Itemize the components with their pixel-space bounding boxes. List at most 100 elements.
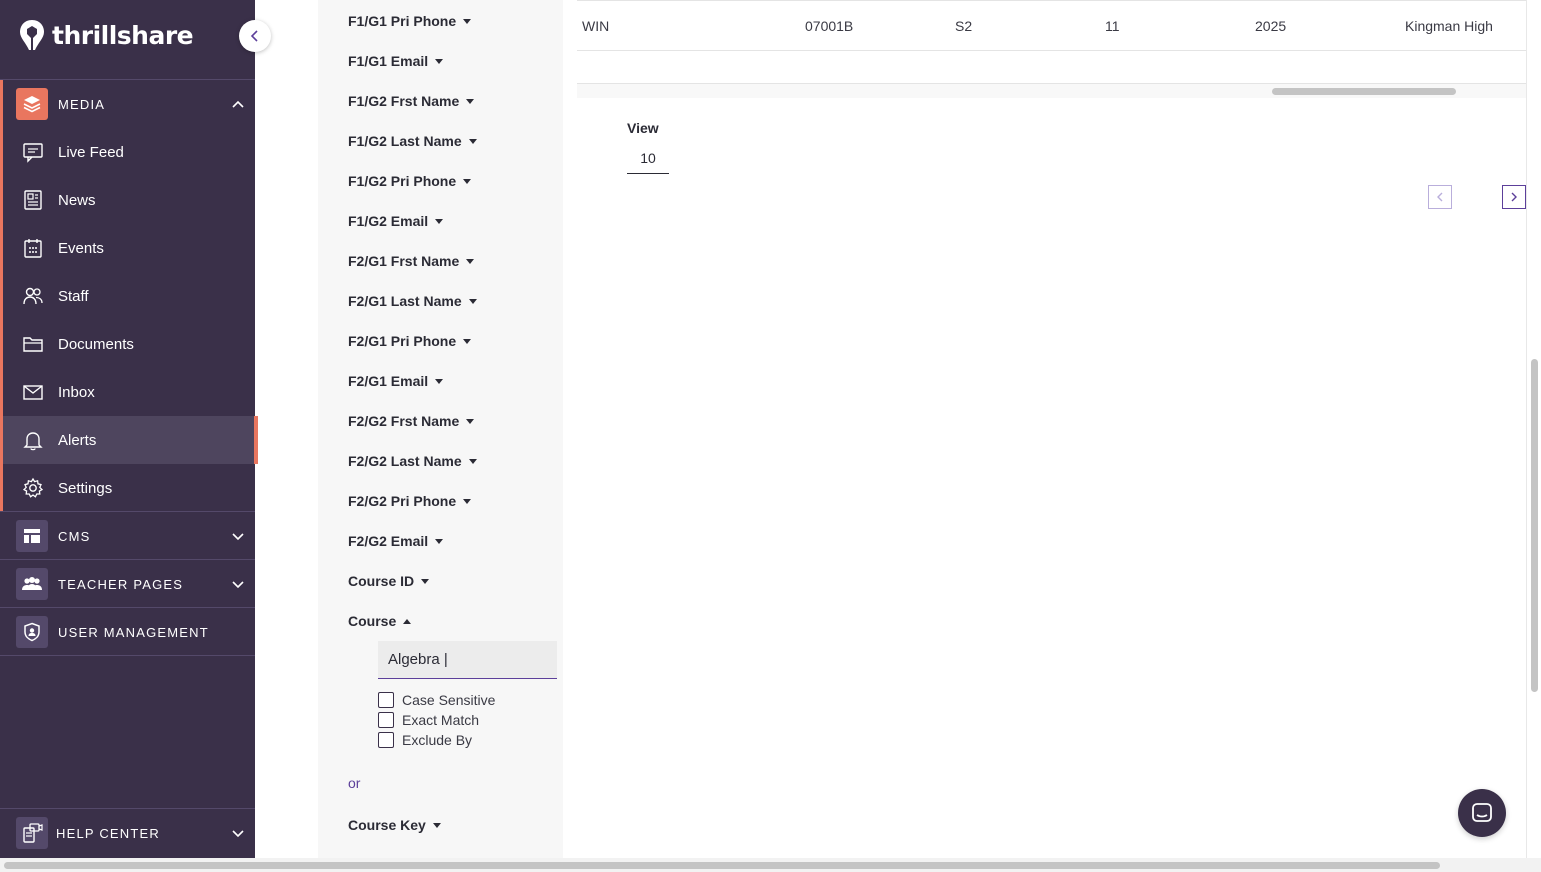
gear-icon [22, 477, 44, 498]
sidebar-item-label: Live Feed [58, 143, 124, 161]
bell-icon [23, 432, 43, 451]
previous-page-button[interactable] [1428, 185, 1452, 209]
app-root: thrillshare MEDIA Live Feed News Events [0, 0, 1541, 872]
sidebar-section-cms[interactable]: CMS [0, 512, 255, 560]
caret-down-icon [466, 419, 475, 424]
sidebar-item-documents[interactable]: Documents [3, 320, 258, 368]
filter-label: F2/G2 Pri Phone [348, 493, 457, 509]
filter-f1-g2-last-name[interactable]: F1/G2 Last Name [348, 133, 477, 149]
sidebar-section-label: CMS [58, 528, 91, 544]
filter-f2-g1-email[interactable]: F2/G1 Email [348, 373, 444, 389]
sidebar-section-label: TEACHER PAGES [58, 576, 184, 592]
filter-f2-g2-frst-name[interactable]: F2/G2 Frst Name [348, 413, 475, 429]
vertical-scrollbar-thumb[interactable] [1531, 359, 1538, 692]
chevron-down-icon [232, 581, 244, 589]
filter-label: Course [348, 613, 397, 629]
sidebar-section-help-center[interactable]: HELP CENTER [0, 809, 255, 857]
caret-down-icon [435, 379, 444, 384]
checkbox-box[interactable] [378, 732, 394, 748]
filter-course-key[interactable]: Course Key [348, 817, 441, 833]
filter-f2-g1-frst-name[interactable]: F2/G1 Frst Name [348, 253, 475, 269]
filter-f2-g2-pri-phone[interactable]: F2/G2 Pri Phone [348, 493, 472, 509]
caret-up-icon [403, 618, 412, 624]
people-icon [23, 287, 43, 305]
sidebar-item-events[interactable]: Events [3, 224, 258, 272]
chat-box-icon [23, 143, 43, 163]
filter-label: F1/G1 Email [348, 53, 429, 69]
table-cell: 07001B [805, 18, 854, 34]
caret-down-icon [463, 339, 472, 344]
case-sensitive-checkbox[interactable]: Case Sensitive [378, 692, 495, 708]
brand-name: thrillshare [52, 20, 194, 50]
caret-down-icon [466, 99, 475, 104]
sidebar-item-live-feed[interactable]: Live Feed [3, 128, 258, 176]
sidebar-item-inbox[interactable]: Inbox [3, 368, 258, 416]
view-label: View [627, 120, 659, 136]
filter-label: F1/G1 Pri Phone [348, 13, 457, 29]
filter-label: F2/G2 Last Name [348, 453, 462, 469]
sidebar-section-label: HELP CENTER [56, 825, 160, 841]
table-row[interactable]: WIN 07001B S2 11 2025 Kingman High [577, 0, 1527, 51]
thrillshare-logo-icon [20, 20, 44, 50]
caret-down-icon [468, 299, 477, 304]
brand-logo[interactable]: thrillshare [18, 18, 194, 52]
filter-label: F1/G2 Last Name [348, 133, 462, 149]
filter-course-id[interactable]: Course ID [348, 573, 430, 589]
next-page-button[interactable] [1502, 185, 1526, 209]
shield-user-icon [16, 616, 48, 648]
filter-f2-g2-last-name[interactable]: F2/G2 Last Name [348, 453, 477, 469]
filter-f1-g2-frst-name[interactable]: F1/G2 Frst Name [348, 93, 475, 109]
filter-label: F2/G1 Email [348, 373, 429, 389]
sidebar-item-news[interactable]: News [3, 176, 258, 224]
sidebar-item-label: Alerts [58, 431, 97, 449]
checkbox-box[interactable] [378, 712, 394, 728]
filter-label: F2/G1 Frst Name [348, 253, 460, 269]
checkbox-label: Case Sensitive [402, 692, 496, 708]
chat-support-button[interactable] [1458, 789, 1506, 837]
page-horizontal-scrollbar[interactable] [0, 858, 1541, 872]
caret-down-icon [435, 539, 444, 544]
sidebar-item-alerts[interactable]: Alerts [3, 416, 258, 464]
filter-f1-g2-email[interactable]: F1/G2 Email [348, 213, 444, 229]
filter-f2-g2-email[interactable]: F2/G2 Email [348, 533, 444, 549]
folder-icon [23, 337, 43, 352]
filter-panel: F1/G1 Pri Phone F1/G1 Email F1/G2 Frst N… [318, 0, 563, 858]
table-cell: Kingman High [1405, 18, 1493, 34]
sidebar-section-user-management[interactable]: USER MANAGEMENT [0, 608, 255, 656]
sidebar-item-label: Documents [58, 335, 134, 353]
filter-f2-g1-last-name[interactable]: F2/G1 Last Name [348, 293, 477, 309]
sidebar-item-label: Inbox [58, 383, 95, 401]
table-row [577, 51, 1527, 84]
sidebar-item-staff[interactable]: Staff [3, 272, 258, 320]
filter-label: F1/G2 Email [348, 213, 429, 229]
checkbox-box[interactable] [378, 692, 394, 708]
page-size-select[interactable]: 10 [627, 142, 669, 174]
course-filter-input[interactable] [378, 641, 557, 679]
table-cell: 2025 [1255, 18, 1287, 34]
chevron-down-icon [232, 533, 244, 541]
caret-down-icon [468, 139, 477, 144]
sidebar: thrillshare MEDIA Live Feed News Events [0, 0, 258, 858]
table-horizontal-scrollbar[interactable] [577, 84, 1527, 98]
filter-course[interactable]: Course [348, 613, 412, 629]
caret-down-icon [435, 219, 444, 224]
filter-f2-g1-pri-phone[interactable]: F2/G1 Pri Phone [348, 333, 472, 349]
or-link[interactable]: or [348, 775, 360, 791]
collapse-sidebar-button[interactable] [239, 20, 271, 52]
scrollbar-thumb[interactable] [4, 862, 1440, 869]
filter-f1-g2-pri-phone[interactable]: F1/G2 Pri Phone [348, 173, 472, 189]
exclude-by-checkbox[interactable]: Exclude By [378, 732, 472, 748]
scrollbar-thumb[interactable] [1272, 88, 1456, 95]
sidebar-item-settings[interactable]: Settings [3, 464, 258, 512]
layout-icon [16, 520, 48, 552]
envelope-icon [23, 385, 43, 400]
sidebar-section-teacher-pages[interactable]: TEACHER PAGES [0, 560, 255, 608]
filter-f1-g1-email[interactable]: F1/G1 Email [348, 53, 444, 69]
filter-f1-g1-pri-phone[interactable]: F1/G1 Pri Phone [348, 13, 472, 29]
exact-match-checkbox[interactable]: Exact Match [378, 712, 479, 728]
chevron-left-icon [1437, 192, 1443, 202]
caret-down-icon [435, 59, 444, 64]
caret-down-icon [463, 19, 472, 24]
chevron-right-icon [1511, 192, 1517, 202]
group-icon [16, 568, 48, 600]
